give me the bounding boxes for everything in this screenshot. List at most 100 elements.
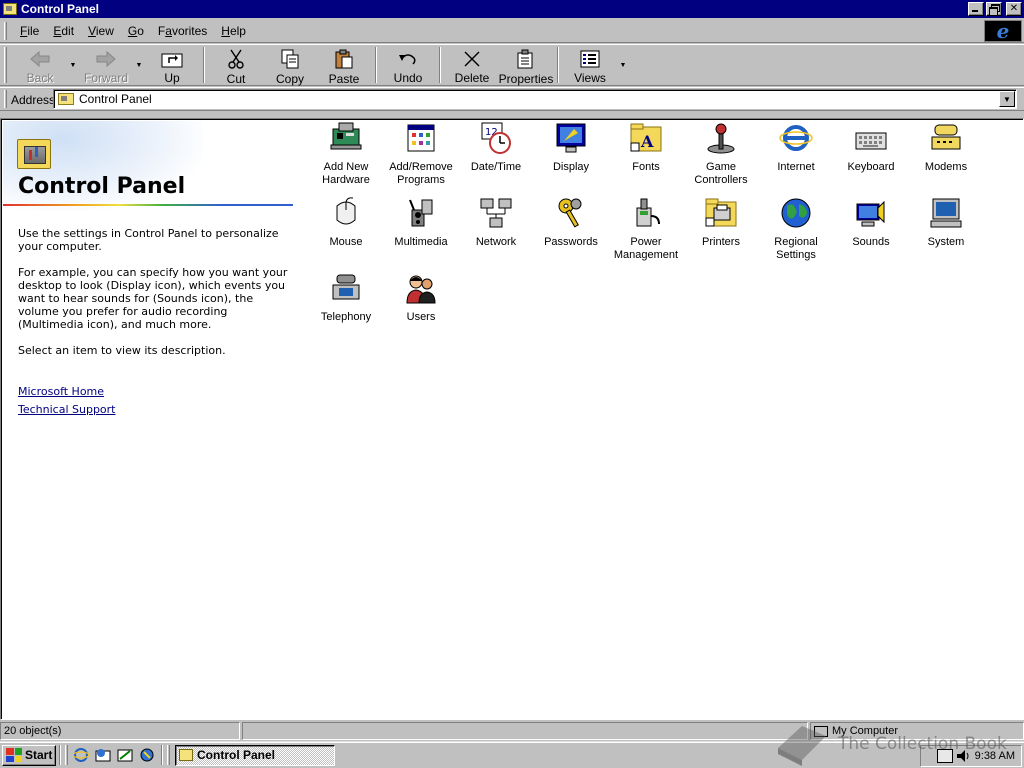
printers-icon	[704, 196, 738, 230]
control-panel-item-telephony[interactable]: Telephony	[306, 271, 386, 324]
control-panel-item-date-time[interactable]: 12 Date/Time	[456, 121, 536, 174]
display-icon	[554, 121, 588, 155]
item-label: Printers	[702, 236, 740, 248]
title-bar[interactable]: Control Panel ✕	[0, 0, 1024, 18]
control-panel-item-internet[interactable]: Internet	[756, 121, 836, 174]
globe-icon	[779, 196, 813, 230]
control-panel-item-add-new-hardware[interactable]: Add New Hardware	[306, 121, 386, 187]
control-panel-item-passwords[interactable]: Passwords	[531, 196, 611, 249]
mouse-icon	[329, 196, 363, 230]
network-icon	[479, 196, 513, 230]
copy-button[interactable]: Copy	[263, 45, 317, 86]
quicklaunch-grip[interactable]	[65, 745, 68, 765]
taskbar-button-control-panel[interactable]: Control Panel	[175, 744, 335, 766]
back-dropdown[interactable]: ▼	[67, 45, 79, 85]
internet-explorer-quicklaunch-icon[interactable]	[70, 745, 92, 765]
item-label: Power Management	[613, 236, 679, 261]
forward-arrow-icon	[95, 49, 117, 68]
control-panel-item-modems[interactable]: Modems	[906, 121, 986, 174]
address-value[interactable]: Control Panel	[79, 92, 999, 106]
modem-icon	[929, 121, 963, 155]
scheduler-tray-icon[interactable]	[936, 749, 953, 763]
show-desktop-quicklaunch-icon[interactable]	[114, 745, 136, 765]
control-panel-item-display[interactable]: Display	[531, 121, 611, 174]
item-label: Internet	[777, 161, 815, 173]
menu-file[interactable]: File	[13, 24, 46, 38]
standard-toolbar: Back ▼ Forward ▼ Up Cut Copy Paste Undo …	[0, 44, 1024, 86]
close-button[interactable]: ✕	[1006, 2, 1022, 16]
control-panel-item-fonts[interactable]: A Fonts	[606, 121, 686, 174]
forward-dropdown[interactable]: ▼	[133, 45, 145, 85]
rainbow-divider	[3, 204, 293, 206]
address-combobox[interactable]: Control Panel ▼	[53, 89, 1017, 109]
item-label: Date/Time	[470, 161, 522, 173]
control-panel-item-system[interactable]: System	[906, 196, 986, 249]
paste-button[interactable]: Paste	[317, 45, 371, 86]
item-label: Mouse	[329, 236, 363, 248]
views-icon	[579, 49, 601, 68]
cut-button[interactable]: Cut	[209, 45, 263, 86]
control-panel-item-multimedia[interactable]: Multimedia	[381, 196, 461, 249]
address-grip[interactable]	[4, 90, 7, 108]
control-panel-item-keyboard[interactable]: Keyboard	[831, 121, 911, 174]
item-label: Multimedia	[394, 236, 448, 248]
up-folder-icon	[161, 49, 183, 68]
item-label: Keyboard	[847, 161, 895, 173]
views-button[interactable]: Views	[563, 45, 617, 85]
svg-text:A: A	[640, 132, 654, 151]
item-label: Network	[475, 236, 517, 248]
back-button[interactable]: Back	[13, 45, 67, 85]
description-intro: Use the settings in Control Panel to per…	[18, 227, 279, 253]
properties-button[interactable]: Properties	[499, 45, 553, 86]
menu-help[interactable]: Help	[214, 24, 253, 38]
item-label: Display	[552, 161, 590, 173]
microsoft-home-link[interactable]: Microsoft Home	[18, 385, 104, 398]
menu-view[interactable]: View	[81, 24, 121, 38]
minimize-button[interactable]	[968, 2, 984, 16]
menu-go[interactable]: Go	[121, 24, 151, 38]
delete-button[interactable]: Delete	[445, 45, 499, 85]
users-icon	[404, 271, 438, 305]
control-panel-item-users[interactable]: Users	[381, 271, 461, 324]
undo-button[interactable]: Undo	[381, 45, 435, 85]
keys-icon	[554, 196, 588, 230]
address-dropdown-button[interactable]: ▼	[999, 91, 1015, 107]
views-dropdown[interactable]: ▼	[617, 45, 629, 85]
control-panel-item-network[interactable]: Network	[456, 196, 536, 249]
control-panel-item-sounds[interactable]: Sounds	[831, 196, 911, 249]
control-panel-item-add-remove-programs[interactable]: Add/Remove Programs	[381, 121, 461, 187]
windows-flag-icon	[6, 748, 22, 762]
web-view-pane: Control Panel Use the settings in Contro…	[3, 121, 295, 717]
control-panel-item-power-management[interactable]: Power Management	[606, 196, 686, 262]
up-button[interactable]: Up	[145, 45, 199, 85]
channels-quicklaunch-icon[interactable]	[136, 745, 158, 765]
item-label: Fonts	[632, 161, 660, 173]
menu-bar: File Edit View Go Favorites Help e	[0, 19, 1024, 43]
system-tray: 9:38 AM	[920, 745, 1022, 767]
sounds-icon	[854, 196, 888, 230]
ie-logo: e	[984, 19, 1022, 43]
start-button[interactable]: Start	[2, 744, 56, 766]
start-label: Start	[25, 748, 53, 762]
menu-favorites[interactable]: Favorites	[151, 24, 214, 38]
status-middle-panel	[242, 722, 808, 740]
volume-speaker-icon[interactable]	[956, 749, 972, 763]
control-panel-item-mouse[interactable]: Mouse	[306, 196, 386, 249]
technical-support-link[interactable]: Technical Support	[18, 403, 116, 416]
tasks-grip[interactable]	[167, 745, 170, 765]
item-label: Telephony	[320, 311, 372, 323]
telephony-icon	[329, 271, 363, 305]
control-panel-item-game-controllers[interactable]: Game Controllers	[681, 121, 761, 187]
menu-edit[interactable]: Edit	[46, 24, 81, 38]
toolbar-grip[interactable]	[4, 47, 7, 83]
menu-grip[interactable]	[4, 21, 7, 40]
outlook-express-quicklaunch-icon[interactable]	[92, 745, 114, 765]
clock[interactable]: 9:38 AM	[975, 750, 1015, 762]
date-time-icon: 12	[479, 121, 513, 155]
control-panel-item-printers[interactable]: Printers	[681, 196, 761, 249]
forward-button[interactable]: Forward	[79, 45, 133, 85]
toolbar-separator	[557, 47, 559, 83]
control-panel-item-regional-settings[interactable]: Regional Settings	[756, 196, 836, 262]
restore-button[interactable]	[986, 2, 1002, 16]
ie-e-icon: e	[996, 19, 1010, 43]
